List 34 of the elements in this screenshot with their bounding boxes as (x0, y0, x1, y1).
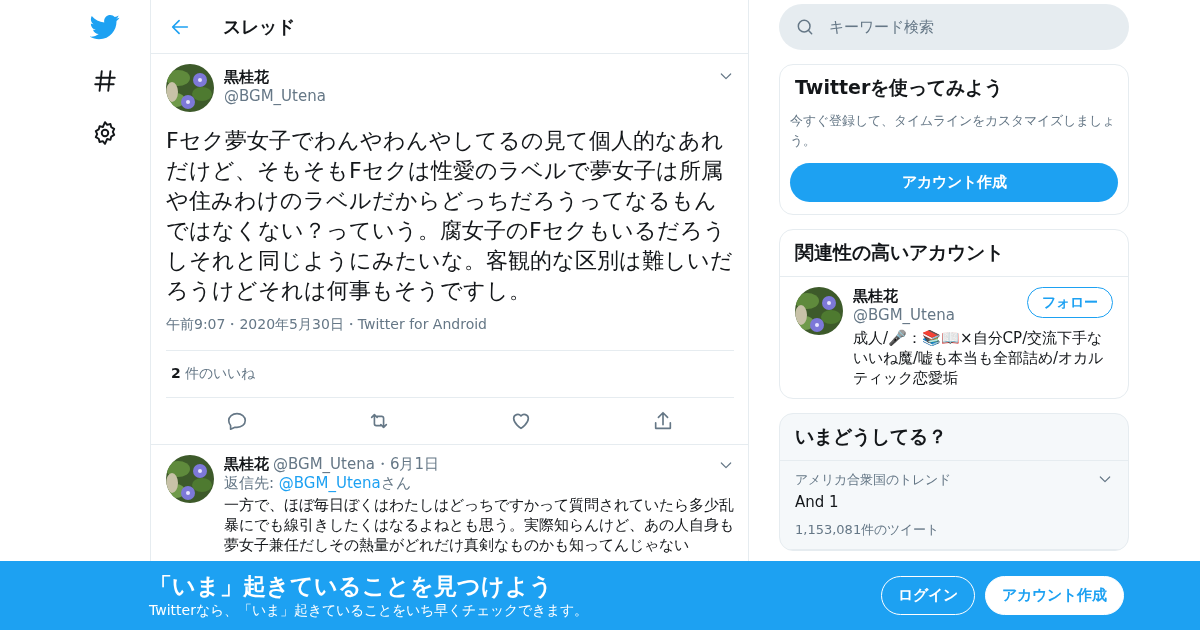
search-icon[interactable] (795, 17, 815, 37)
page-title: スレッド (223, 14, 295, 39)
tweet-meta: 午前9:07・2020年5月30日・Twitter for Android (166, 316, 487, 332)
share-icon[interactable] (652, 410, 674, 432)
account-bio: 成人/🎤：📚📖×自分CP/交流下手ないいね魔/嘘も本当も全部詰め/オカルティック恋愛垢 (853, 328, 1105, 388)
create-account-button[interactable]: アカウント作成 (790, 163, 1118, 202)
reply-text: 一方で、ほぼ毎日ぼくはわたしはどっちですかって質問されていたら多少乱暴にでも線引きしたくはなるよねとも思う。実際知らんけど、あの人自身も夢女子兼任だしその熱量がどれだけ真剣なものかも知ってんじゃない (224, 495, 734, 555)
author-handle[interactable]: @BGM_Utena (224, 87, 708, 105)
trend-count: 1,153,081件のツイート (795, 521, 941, 539)
reply-icon[interactable] (226, 410, 248, 432)
search-field[interactable]: キーワード検索 (779, 4, 1129, 50)
card-title: Twitterを使ってみよう (794, 75, 1005, 100)
author-handle[interactable]: @BGM_Utena・6月1日 (273, 455, 714, 474)
bird-logo-icon[interactable] (90, 12, 120, 42)
likes-count[interactable]: 2 (171, 365, 181, 383)
card-text: 今すぐ登録して、タイムラインをカスタマイズしましょう。 (790, 112, 1116, 150)
mention-link[interactable]: @BGM_Utena (278, 474, 381, 492)
signup-button[interactable]: アカウント作成 (985, 576, 1124, 615)
settings-icon[interactable] (92, 120, 118, 146)
banner-title: 「いま」起きていることを見つけよう (149, 572, 554, 601)
trend-context: アメリカ合衆国のトレンド (795, 471, 952, 489)
author-name[interactable]: 黒桂花 (224, 455, 269, 474)
card-title: いまどうしてる？ (780, 414, 1128, 461)
tweet-text: Fセク夢女子でわんやわんやしてるの見て個人的なあれだけど、そもそもFセクは性愛のラベルで夢女子は所属や住みわけのラベルだからどっちだろうってなるもんではなくない？っていう。腐女子のFセクもいるだろうしそれと同じようにみたいな。客観的な区別は難しいだろうけどそれは何事もそうですし。 (166, 127, 734, 305)
card-title: 関連性の高いアカウント (780, 230, 1128, 277)
likes-label[interactable]: 件のいいね (184, 365, 255, 383)
hashtag-icon[interactable] (92, 68, 118, 94)
reply-to-line: 返信先: @BGM_Utenaさん (224, 474, 412, 493)
follow-button[interactable]: フォロー (1027, 287, 1113, 318)
author-name[interactable]: 黒桂花 (224, 68, 708, 87)
account-handle[interactable]: @BGM_Utena (853, 306, 1017, 324)
banner-subtitle: Twitterなら、「いま」起きていることをいち早くチェックできます。 (149, 602, 589, 620)
trend-name[interactable]: And 1 (795, 493, 1097, 511)
account-name[interactable]: 黒桂花 (853, 287, 1017, 306)
